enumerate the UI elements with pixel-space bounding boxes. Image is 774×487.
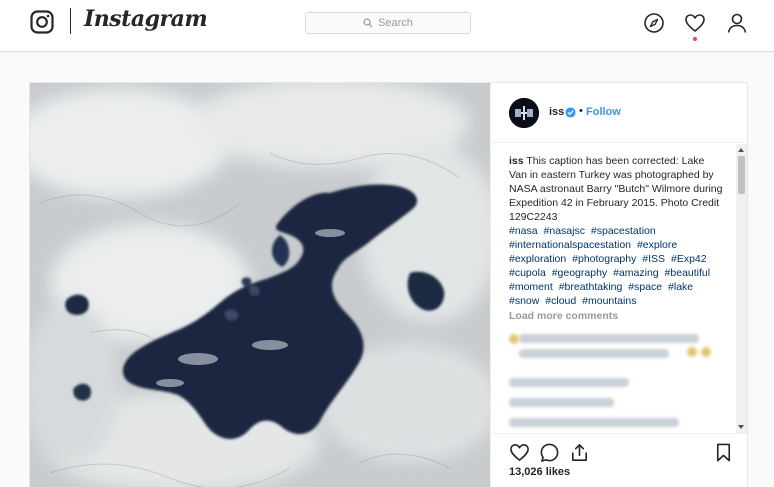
hashtag[interactable]: #nasajsc <box>544 225 585 237</box>
post-username[interactable]: iss <box>549 106 564 118</box>
hashtag[interactable]: #photography <box>572 253 636 265</box>
compass-icon[interactable] <box>643 12 665 34</box>
caption-text: This caption has been corrected: Lake Va… <box>509 155 723 223</box>
post-header: iss • Follow <box>491 83 749 143</box>
hashtag[interactable]: #cupola <box>509 267 546 279</box>
profile-icon[interactable] <box>726 12 748 34</box>
post-sidebar: iss • Follow iss This caption has been c… <box>490 83 749 487</box>
search-placeholder: Search <box>378 17 413 29</box>
post-card: iss • Follow iss This caption has been c… <box>29 82 749 487</box>
share-icon[interactable] <box>569 442 590 463</box>
verified-badge-icon <box>565 107 576 118</box>
hashtag[interactable]: #snow <box>509 295 539 307</box>
hashtag-list: #nasa #nasajsc #spacestation #internatio… <box>509 224 724 308</box>
post-caption: iss This caption has been corrected: Lak… <box>509 154 724 224</box>
hashtag[interactable]: #Exp42 <box>671 253 707 265</box>
blurred-comment <box>519 334 699 343</box>
top-nav: Instagram Search <box>0 0 774 52</box>
hashtag[interactable]: #internationalspacestation <box>509 239 631 251</box>
header-separator: • <box>579 105 583 117</box>
instagram-wordmark[interactable]: Instagram <box>84 6 208 32</box>
scroll-down-arrow-icon[interactable] <box>738 425 744 429</box>
hashtag[interactable]: #cloud <box>545 295 576 307</box>
iss-station-icon <box>509 98 539 128</box>
blurred-emoji <box>509 334 519 344</box>
blurred-comment <box>509 398 614 407</box>
search-input[interactable]: Search <box>305 12 471 34</box>
bookmark-icon[interactable] <box>713 442 734 463</box>
hashtag[interactable]: #beautiful <box>665 267 711 279</box>
blurred-emoji <box>701 347 711 357</box>
hashtag[interactable]: #space <box>628 281 662 293</box>
hashtag[interactable]: #explore <box>637 239 677 251</box>
hashtag[interactable]: #spacestation <box>591 225 656 237</box>
load-more-comments-button[interactable]: Load more comments <box>509 310 618 322</box>
heart-icon[interactable] <box>684 12 706 34</box>
nav-divider <box>70 8 71 34</box>
follow-button[interactable]: Follow <box>586 106 621 118</box>
blurred-comment <box>509 418 679 427</box>
hashtag[interactable]: #amazing <box>613 267 659 279</box>
hashtag[interactable]: #mountains <box>582 295 636 307</box>
post-photo[interactable] <box>30 83 490 487</box>
caption-username[interactable]: iss <box>509 155 524 167</box>
hashtag[interactable]: #geography <box>552 267 607 279</box>
hashtag[interactable]: #exploration <box>509 253 566 265</box>
comment-icon[interactable] <box>539 442 560 463</box>
avatar[interactable] <box>509 98 539 128</box>
comments-area[interactable]: iss This caption has been corrected: Lak… <box>491 144 749 433</box>
blurred-comment <box>519 349 669 358</box>
blurred-comment <box>509 378 629 387</box>
scroll-up-arrow-icon[interactable] <box>738 148 744 152</box>
heart-icon[interactable] <box>509 442 530 463</box>
blurred-emoji <box>687 347 697 357</box>
hashtag[interactable]: #ISS <box>642 253 665 265</box>
lake-van-satellite-image <box>30 83 490 487</box>
likes-count[interactable]: 13,026 likes <box>509 466 570 478</box>
notification-dot <box>693 37 697 41</box>
hashtag[interactable]: #breathtaking <box>559 281 623 293</box>
search-icon <box>363 18 373 28</box>
hashtag[interactable]: #nasa <box>509 225 538 237</box>
hashtag[interactable]: #moment <box>509 281 553 293</box>
scrollbar-thumb[interactable] <box>738 156 745 194</box>
instagram-glyph-icon[interactable] <box>30 10 54 34</box>
hashtag[interactable]: #lake <box>668 281 693 293</box>
comments-scrollbar[interactable] <box>736 144 747 433</box>
